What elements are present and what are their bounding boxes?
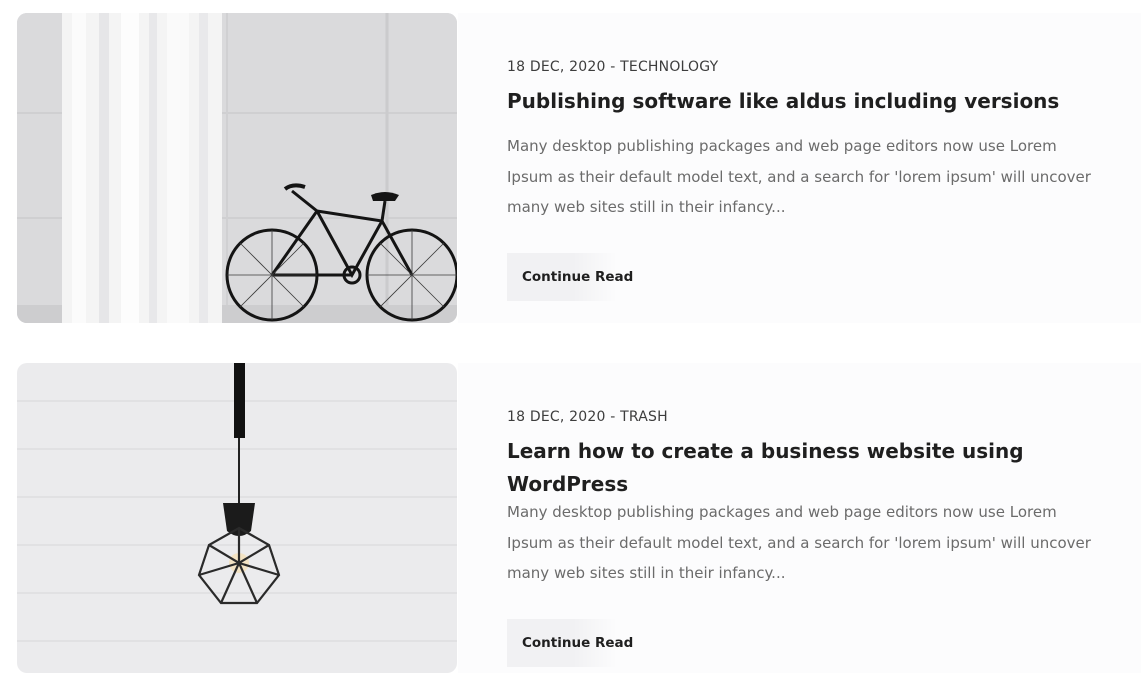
post-excerpt: Many desktop publishing packages and web… <box>507 137 1091 216</box>
post-body: 18 DEC, 2020 - TECHNOLOGY Publishing sof… <box>458 13 1141 323</box>
pendant-lamp-photo <box>17 363 457 673</box>
blog-post-card: 18 DEC, 2020 - TECHNOLOGY Publishing sof… <box>0 13 1141 323</box>
continue-read-button[interactable]: Continue Read <box>507 619 633 667</box>
post-meta: 18 DEC, 2020 - TRASH <box>507 409 668 425</box>
post-thumbnail-lamp[interactable] <box>17 363 457 673</box>
post-excerpt: Many desktop publishing packages and web… <box>507 503 1091 582</box>
blog-post-card: 18 DEC, 2020 - TRASH Learn how to create… <box>0 363 1141 673</box>
continue-read-button[interactable]: Continue Read <box>507 253 633 301</box>
post-title[interactable]: Publishing software like aldus including… <box>507 85 1067 118</box>
blog-post-list: 18 DEC, 2020 - TECHNOLOGY Publishing sof… <box>0 0 1141 682</box>
bicycle-photo <box>17 13 457 323</box>
post-thumbnail-bicycle[interactable] <box>17 13 457 323</box>
post-meta: 18 DEC, 2020 - TECHNOLOGY <box>507 59 719 75</box>
post-title[interactable]: Learn how to create a business website u… <box>507 435 1067 501</box>
post-body: 18 DEC, 2020 - TRASH Learn how to create… <box>458 363 1141 673</box>
